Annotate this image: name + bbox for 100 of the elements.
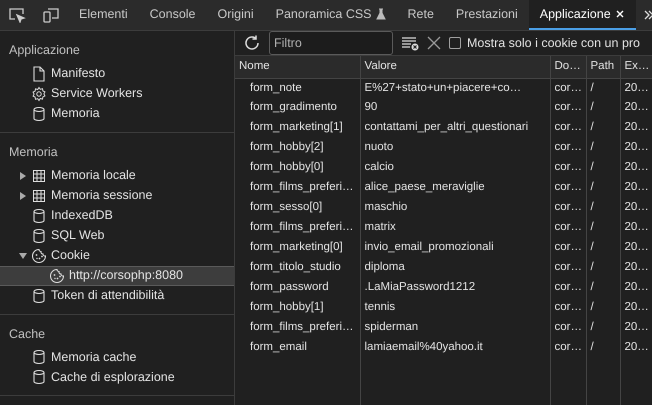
table-cell: /	[586, 98, 620, 118]
table-cell: /	[586, 298, 620, 318]
sidebar-item[interactable]: Cookie	[0, 246, 234, 266]
sidebar-item[interactable]: IndexedDB	[0, 206, 234, 226]
table-cell: nuoto	[360, 138, 550, 158]
table-cell: form_note	[235, 78, 360, 98]
column-header[interactable]: Ex…	[620, 56, 652, 78]
section-title: Memoria	[8, 144, 59, 161]
refresh-icon[interactable]	[243, 34, 261, 52]
section-title: Applicazione	[8, 42, 81, 59]
table-cell: /	[586, 158, 620, 178]
expand-arrow-icon[interactable]	[18, 172, 26, 180]
tab[interactable]: Applicazione	[528, 0, 636, 30]
table-cell: cor…	[550, 258, 586, 278]
sidebar-label: SQL Web	[51, 227, 104, 244]
table-cell: /	[586, 198, 620, 218]
table-cell: 20…	[620, 338, 652, 358]
column-header[interactable]: Path	[586, 56, 620, 78]
table-cell: spiderman	[360, 318, 550, 338]
clear-icon[interactable]	[427, 36, 441, 50]
table-cell: E%27+stato+un+piacere+co…	[360, 78, 550, 98]
table-cell: cor…	[550, 218, 586, 238]
sidebar-item[interactable]: Cache di esplorazione	[0, 367, 234, 388]
tab[interactable]: Console	[138, 0, 207, 30]
table-cell: cor…	[550, 98, 586, 118]
inspect-icon[interactable]	[8, 7, 26, 23]
table-cell: 20…	[620, 218, 652, 238]
tab[interactable]: Prestazioni	[444, 0, 529, 30]
table-cell: 20…	[620, 78, 652, 98]
filter-field[interactable]: Filtro	[269, 31, 393, 55]
sidebar-item[interactable]: Memoria locale	[0, 166, 234, 186]
clear-filter-icon[interactable]	[401, 35, 419, 51]
sidebar-item[interactable]: Service Workers	[0, 84, 234, 104]
table-cell: cor…	[550, 298, 586, 318]
collapse-arrow-icon[interactable]	[18, 252, 26, 260]
sidebar-item[interactable]: Token di attendibilità	[0, 286, 234, 306]
table-cell: /	[586, 258, 620, 278]
database-icon	[32, 349, 46, 366]
database-icon	[32, 288, 46, 304]
cookie-icon	[32, 248, 46, 264]
table-cell: form_films_preferi…	[235, 178, 360, 198]
table-cell: form_email	[235, 338, 360, 358]
table-cell: 20…	[620, 98, 652, 118]
table-cell: cor…	[550, 78, 586, 98]
sidebar-label: Memoria	[51, 105, 100, 122]
table-cell: calcio	[360, 158, 550, 178]
table-cell: contattami_per_altri_questionari	[360, 118, 550, 138]
tab[interactable]: Panoramica CSS	[264, 0, 397, 30]
sidebar-item[interactable]: SQL Web	[0, 226, 234, 246]
sidebar-item[interactable]: Memoria sessione	[0, 186, 234, 206]
table-cell: form_hobby[2]	[235, 138, 360, 158]
table-cell: 20…	[620, 198, 652, 218]
sidebar-item[interactable]: http://corsophp:8080	[0, 266, 234, 286]
table-cell: cor…	[550, 178, 586, 198]
sidebar-label: Service Workers	[51, 85, 142, 102]
sidebar-item[interactable]: Memoria cache	[0, 347, 234, 368]
grid-icon	[32, 188, 46, 204]
sidebar-label: Manifesto	[51, 65, 106, 82]
table-cell: tennis	[360, 298, 550, 318]
column-header[interactable]: Nome	[235, 56, 360, 78]
sidebar-item[interactable]: Memoria	[0, 104, 234, 124]
only-issues-checkbox[interactable]: Mostra solo i cookie con un pro	[449, 34, 640, 52]
table-cell: /	[586, 118, 620, 138]
table-cell: .LaMiaPassword1212	[360, 278, 550, 298]
close-icon[interactable]	[614, 9, 625, 19]
tab[interactable]: Rete	[396, 0, 445, 30]
table-cell: /	[586, 278, 620, 298]
sidebar-item[interactable]: Manifesto	[0, 64, 234, 84]
table-cell: 20…	[620, 178, 652, 198]
table-cell: /	[586, 238, 620, 258]
table-cell: 20…	[620, 158, 652, 178]
table-cell: cor…	[550, 198, 586, 218]
expand-arrow-icon[interactable]	[18, 192, 26, 200]
table-cell: alice_paese_meraviglie	[360, 178, 550, 198]
table-cell: form_hobby[0]	[235, 158, 360, 178]
device-icon[interactable]	[42, 7, 60, 23]
tab[interactable]: Elementi	[68, 0, 139, 30]
sidebar-label: Memoria sessione	[51, 187, 152, 204]
table-cell: cor…	[550, 238, 586, 258]
table-cell: 20…	[620, 118, 652, 138]
more-tabs-icon[interactable]	[644, 10, 652, 20]
table-cell: maschio	[360, 198, 550, 218]
tab[interactable]: Origini	[206, 0, 265, 30]
flask-icon	[376, 8, 386, 20]
table-cell: form_password	[235, 278, 360, 298]
gear-icon	[32, 86, 46, 102]
table-cell: form_marketing[1]	[235, 118, 360, 138]
section-title: Cache	[8, 326, 46, 342]
table-cell: cor…	[550, 338, 586, 358]
grid-icon	[32, 168, 46, 184]
table-cell: form_gradimento	[235, 98, 360, 118]
table-cell: 90	[360, 98, 550, 118]
table-cell: 20…	[620, 298, 652, 318]
sidebar-label: Cookie	[51, 247, 90, 264]
column-header[interactable]: Do…	[550, 56, 586, 78]
database-icon	[32, 208, 46, 224]
table-cell: invio_email_promozionali	[360, 238, 550, 258]
table-cell: /	[586, 218, 620, 238]
database-icon	[32, 228, 46, 244]
column-header[interactable]: Valore	[360, 56, 550, 78]
